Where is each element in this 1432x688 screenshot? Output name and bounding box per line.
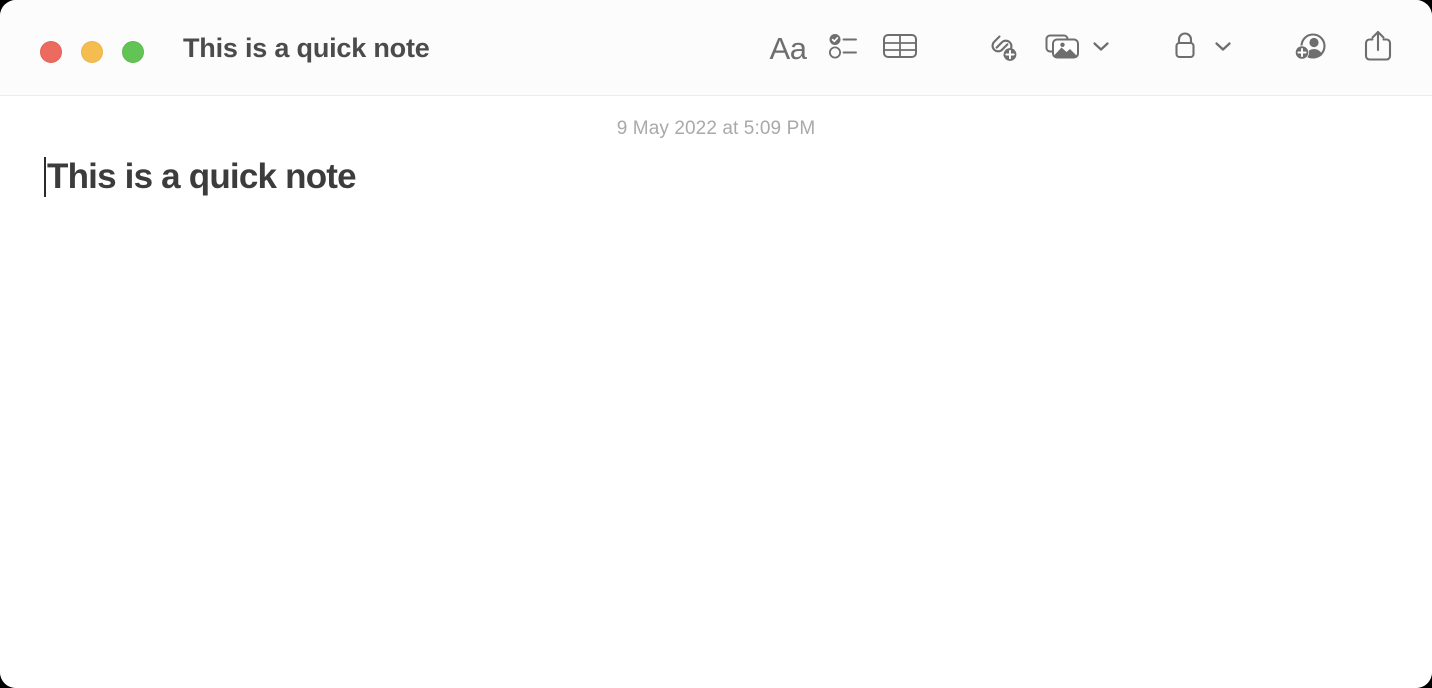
media-group	[1040, 20, 1116, 76]
add-link-button[interactable]	[974, 20, 1030, 76]
media-button[interactable]	[1040, 20, 1086, 76]
note-timestamp: 9 May 2022 at 5:09 PM	[616, 118, 816, 139]
add-person-icon	[1292, 29, 1332, 68]
link-add-icon	[983, 29, 1021, 68]
checklist-icon	[827, 29, 861, 68]
collaborate-button[interactable]	[1284, 20, 1340, 76]
note-body[interactable]: 9 May 2022 at 5:09 PM This is a quick no…	[0, 96, 1432, 688]
zoom-button[interactable]	[122, 41, 144, 63]
media-dropdown-button[interactable]	[1086, 20, 1116, 76]
lock-group	[1162, 20, 1238, 76]
media-icon	[1044, 30, 1082, 67]
format-aa-icon: Aa	[769, 30, 807, 66]
chevron-down-icon	[1214, 39, 1232, 57]
note-title[interactable]: This is a quick note	[47, 157, 357, 197]
window-toolbar: This is a quick note Aa	[0, 0, 1432, 96]
minimize-button[interactable]	[81, 41, 103, 63]
page-title: This is a quick note	[183, 32, 430, 63]
lock-dropdown-button[interactable]	[1208, 20, 1238, 76]
toolbar-actions: Aa	[760, 0, 1406, 96]
text-caret	[44, 157, 46, 198]
table-icon	[882, 31, 918, 66]
table-button[interactable]	[872, 20, 928, 76]
note-editor[interactable]: This is a quick note	[0, 140, 1432, 198]
traffic-lights	[40, 41, 144, 63]
format-button[interactable]: Aa	[760, 20, 816, 76]
chevron-down-icon	[1092, 39, 1110, 57]
note-title-row: This is a quick note	[44, 157, 1388, 198]
share-icon	[1362, 28, 1394, 69]
notes-window: This is a quick note Aa 9 May 2022 at 5:…	[0, 0, 1432, 688]
checklist-button[interactable]	[816, 20, 872, 76]
lock-icon	[1170, 29, 1200, 68]
share-button[interactable]	[1350, 20, 1406, 76]
close-button[interactable]	[40, 41, 62, 63]
lock-button[interactable]	[1162, 20, 1208, 76]
